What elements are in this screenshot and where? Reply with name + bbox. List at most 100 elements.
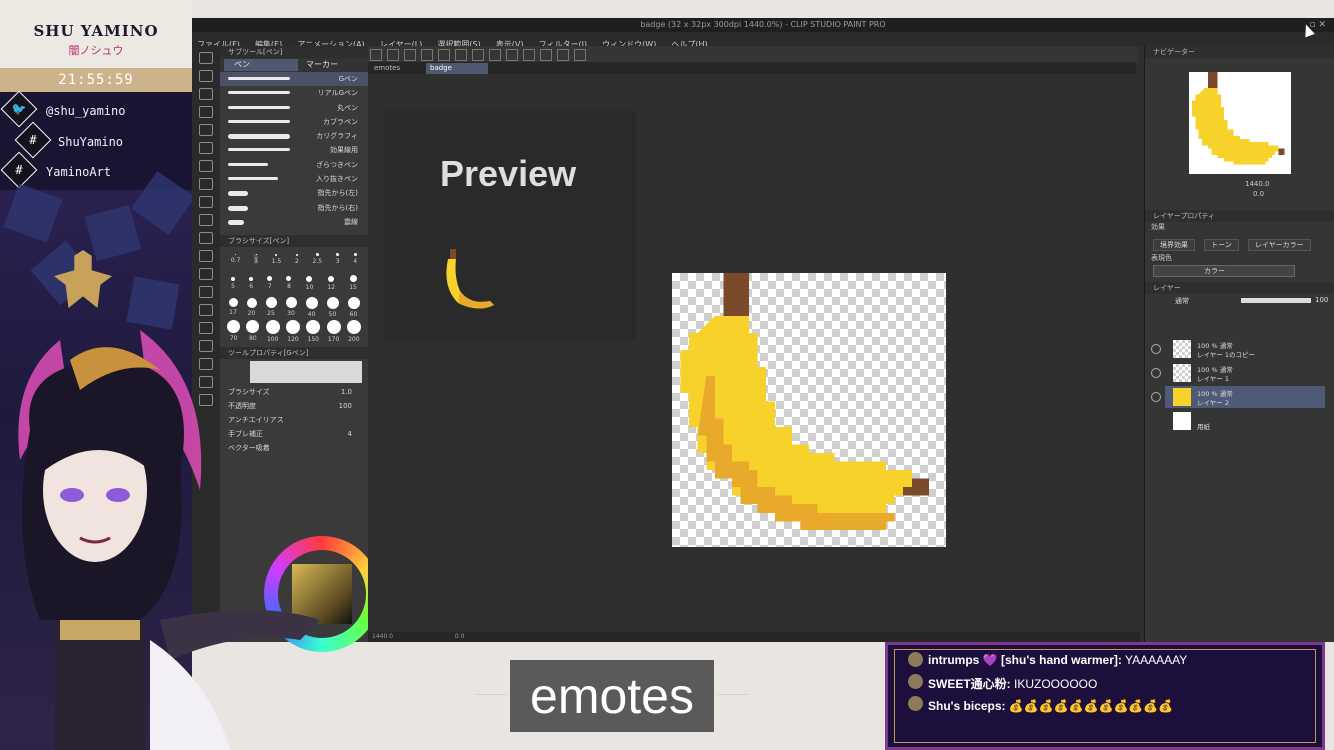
size-option[interactable]: 50 <box>326 296 339 318</box>
status-angle[interactable]: 0.0 <box>455 633 465 640</box>
pencil-tool-icon[interactable] <box>199 160 213 172</box>
status-zoom[interactable]: 1440.0 <box>372 633 393 640</box>
social-twitter-handle: @shu_yamino <box>46 104 126 118</box>
brush-item[interactable]: 指先から(左) <box>220 186 368 200</box>
figure-tool-icon[interactable] <box>199 304 213 316</box>
social-hashtag-2-text: YaminoArt <box>46 165 112 179</box>
brand-name: SHU YAMINO <box>33 22 159 40</box>
preview-title: Preview <box>440 153 577 194</box>
brush-item[interactable]: 丸ペン <box>220 101 368 115</box>
layer-row-selected[interactable]: 100 % 通常 レイヤー 2 <box>1151 386 1325 408</box>
layer-row-paper[interactable]: 用紙 <box>1165 410 1325 432</box>
banana-pixel-art <box>680 273 929 530</box>
new-icon[interactable] <box>370 49 382 61</box>
chat-text: IKUZOOOOOO <box>1014 677 1098 691</box>
size-option[interactable]: 17 <box>228 298 238 316</box>
lasso-tool-icon[interactable] <box>199 106 213 118</box>
fill-tool-icon[interactable] <box>199 268 213 280</box>
brush-item[interactable]: リアルGペン <box>220 86 368 100</box>
brush-item[interactable]: 指先から(右) <box>220 201 368 215</box>
size-option[interactable]: 20 <box>246 297 257 317</box>
size-option[interactable]: 60 <box>347 296 360 318</box>
size-option[interactable]: 25 <box>265 297 277 317</box>
crop-icon[interactable] <box>523 49 535 61</box>
border-effect-button[interactable]: 境界効果 <box>1153 239 1195 251</box>
size-option[interactable]: 2 <box>295 253 299 265</box>
pen-tool-icon[interactable] <box>199 142 213 154</box>
layer-color-button[interactable]: レイヤーカラー <box>1247 239 1311 251</box>
brush-item[interactable]: 入り抜きペン <box>220 172 368 186</box>
brush-tool-icon[interactable] <box>199 178 213 190</box>
eraser-tool-icon[interactable] <box>199 232 213 244</box>
layer-property-title: レイヤープロパティ <box>1145 210 1334 222</box>
blend-mode-select[interactable]: 通常 <box>1175 296 1189 306</box>
tab-emotes[interactable]: emotes <box>370 63 426 74</box>
layer-row[interactable]: 100 % 通常 レイヤー 1のコピー <box>1151 338 1325 360</box>
layer-row[interactable]: 100 % 通常 レイヤー 1 <box>1151 362 1325 384</box>
size-option[interactable]: 0.7 <box>231 254 240 264</box>
eye-icon[interactable] <box>1151 392 1161 402</box>
banana-preview-image <box>446 249 494 309</box>
size-option[interactable]: 15 <box>349 275 357 291</box>
expression-color-select[interactable]: カラー <box>1153 265 1295 277</box>
redo-icon[interactable] <box>438 49 450 61</box>
zoom-tool-icon[interactable] <box>199 52 213 64</box>
brush-item[interactable]: カリグラフィ <box>220 129 368 143</box>
save-icon[interactable] <box>404 49 416 61</box>
size-option[interactable]: 3 <box>336 253 340 265</box>
brush-item[interactable]: 効果線用 <box>220 143 368 157</box>
avatar <box>908 696 923 711</box>
airbrush-tool-icon[interactable] <box>199 196 213 208</box>
clear-icon[interactable] <box>455 49 467 61</box>
navigator-controls: 1440.0 0.0 <box>1149 180 1331 202</box>
size-option[interactable]: 10 <box>306 275 313 291</box>
brush-item[interactable]: Gペン <box>220 72 368 87</box>
brush-item[interactable]: カブラペン <box>220 115 368 129</box>
snap-icon[interactable] <box>540 49 552 61</box>
eyedropper-tool-icon[interactable] <box>199 124 213 136</box>
chat-username: SWEET通心粉: <box>928 677 1011 691</box>
size-option[interactable]: 1 <box>254 254 258 265</box>
undo-icon[interactable] <box>421 49 433 61</box>
size-option[interactable]: 12 <box>327 275 335 291</box>
size-option[interactable]: 40 <box>305 296 318 318</box>
preview-panel: Preview <box>384 111 636 341</box>
navigator-preview[interactable] <box>1189 72 1291 174</box>
ruler-icon[interactable] <box>557 49 569 61</box>
navigator-angle[interactable]: 0.0 <box>1253 190 1264 198</box>
open-icon[interactable] <box>387 49 399 61</box>
tab-marker[interactable]: マーカー <box>296 59 366 71</box>
tone-button[interactable]: トーン <box>1204 239 1239 251</box>
size-option[interactable]: 5 <box>231 276 236 290</box>
move-tool-icon[interactable] <box>199 70 213 82</box>
size-option[interactable]: 30 <box>285 297 297 317</box>
size-option[interactable]: 1.5 <box>272 253 281 265</box>
fill-icon[interactable] <box>472 49 484 61</box>
size-option[interactable]: 8 <box>286 276 292 290</box>
navigator-zoom[interactable]: 1440.0 <box>1245 180 1270 188</box>
select-tool-icon[interactable] <box>199 88 213 100</box>
tab-badge[interactable]: badge <box>426 63 488 74</box>
deselect-icon[interactable] <box>506 49 518 61</box>
eye-icon[interactable] <box>1151 344 1161 354</box>
tab-pen[interactable]: ペン <box>224 59 298 71</box>
size-option[interactable]: 7 <box>267 276 273 290</box>
size-option[interactable]: 2.5 <box>312 253 322 265</box>
chat-message: intrumps 💜 [shu's hand warmer]: YAAAAAAY <box>908 652 1187 667</box>
transform-icon[interactable] <box>489 49 501 61</box>
size-option[interactable]: 6 <box>249 276 254 290</box>
gradient-tool-icon[interactable] <box>199 286 213 298</box>
grid-icon[interactable] <box>574 49 586 61</box>
size-option[interactable]: 4 <box>353 253 357 265</box>
eye-icon[interactable] <box>1151 368 1161 378</box>
opacity-value[interactable]: 100 <box>1315 296 1328 304</box>
decoration-tool-icon[interactable] <box>199 214 213 226</box>
brush-item[interactable]: ざらつきペン <box>220 158 368 172</box>
opacity-slider[interactable] <box>1241 298 1311 303</box>
brush-item[interactable]: 震線 <box>220 215 368 229</box>
drawing-canvas[interactable] <box>672 273 946 547</box>
brand-logo: SHU YAMINO 闇ノシュウ <box>0 0 192 68</box>
blend-tool-icon[interactable] <box>199 250 213 262</box>
size-option[interactable]: 200 <box>346 319 361 343</box>
caption-line <box>718 694 748 695</box>
